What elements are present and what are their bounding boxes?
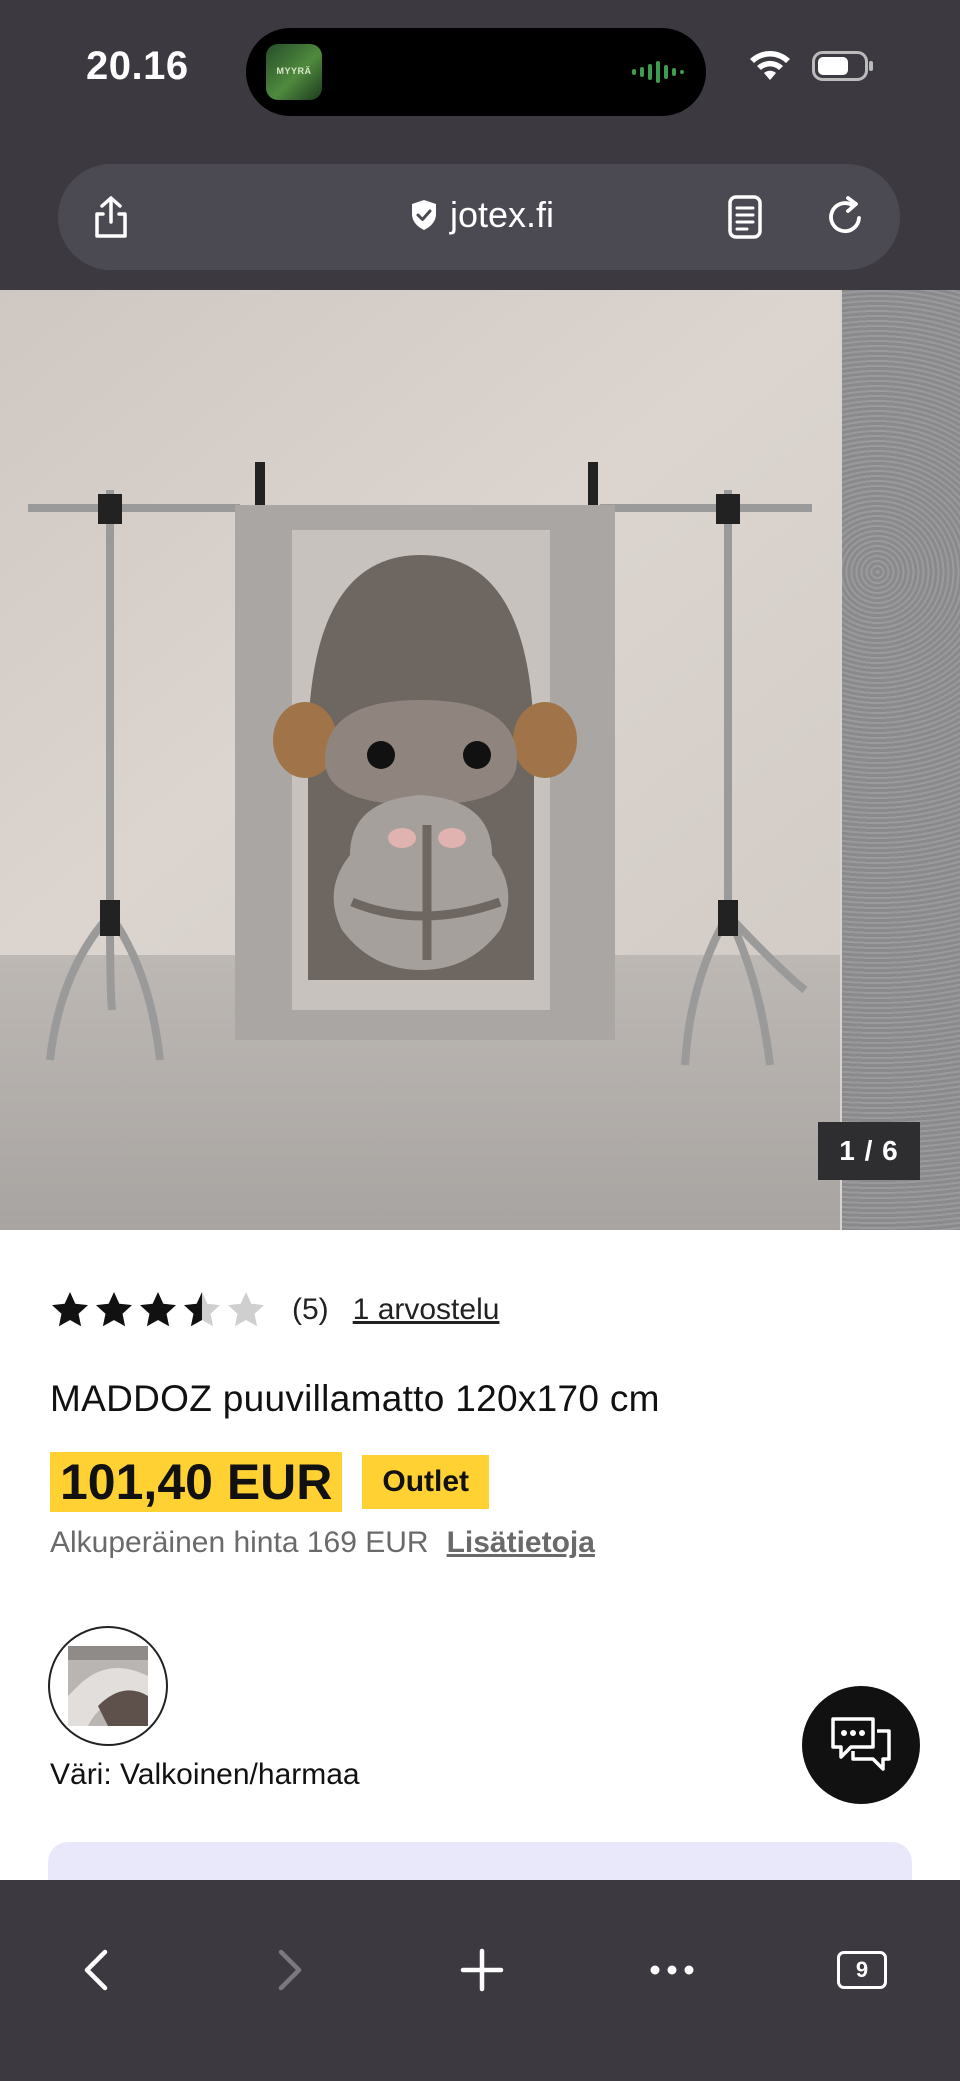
swatch-thumbnail — [68, 1646, 148, 1726]
url-display[interactable]: jotex.fi — [410, 194, 554, 236]
audio-wave-icon — [632, 61, 684, 83]
forward-button[interactable] — [262, 1942, 318, 1998]
product-image[interactable] — [0, 290, 840, 1230]
tabs-icon: 9 — [837, 1951, 887, 1989]
rating-count: (5) — [292, 1293, 329, 1326]
chat-button[interactable] — [802, 1686, 920, 1804]
price-row: 101,40 EUR Outlet — [50, 1452, 490, 1512]
new-tab-button[interactable] — [454, 1942, 510, 1998]
status-icons — [748, 50, 874, 82]
chat-icon — [831, 1717, 891, 1771]
product-gallery[interactable] — [0, 290, 960, 1230]
forward-icon — [278, 1949, 302, 1991]
color-swatch[interactable] — [48, 1626, 168, 1746]
star-icon — [52, 1292, 88, 1327]
island-app-label: MYYRÄ — [276, 66, 312, 76]
reload-icon[interactable] — [822, 194, 868, 240]
star-rating — [50, 1290, 266, 1330]
star-icon — [184, 1292, 220, 1327]
dynamic-island: MYYRÄ — [246, 28, 706, 116]
browser-bottom-toolbar: 9 — [0, 1880, 960, 2081]
reader-icon[interactable] — [722, 194, 768, 240]
more-info-link[interactable]: Lisätietoja — [447, 1526, 595, 1560]
back-icon — [84, 1949, 108, 1991]
star-icon — [228, 1292, 264, 1327]
address-bar[interactable]: jotex.fi — [58, 164, 900, 270]
star-icon — [96, 1292, 132, 1327]
more-button[interactable] — [644, 1942, 700, 1998]
original-price-row: Alkuperäinen hinta 169 EUR Lisätietoja — [50, 1526, 595, 1560]
share-icon[interactable] — [88, 194, 134, 240]
star-icon — [140, 1292, 176, 1327]
island-app-icon: MYYRÄ — [266, 44, 322, 100]
back-button[interactable] — [68, 1942, 124, 1998]
rating-row: (5) 1 arvostelu — [50, 1290, 499, 1330]
image-counter: 1 / 6 — [818, 1122, 920, 1180]
next-image-preview[interactable] — [842, 290, 960, 1230]
product-title: MADDOZ puuvillamatto 120x170 cm — [50, 1378, 660, 1419]
url-text[interactable]: jotex.fi — [450, 194, 554, 236]
color-label: Väri: Valkoinen/harmaa — [50, 1758, 360, 1791]
wifi-icon — [750, 51, 790, 80]
plus-icon — [460, 1948, 504, 1992]
status-time: 20.16 — [86, 44, 189, 88]
more-icon — [650, 1965, 694, 1975]
shield-icon — [412, 200, 436, 230]
original-price: Alkuperäinen hinta 169 EUR — [50, 1526, 429, 1559]
browser-top-chrome: 20.16 MYYRÄ jotex.fi — [0, 0, 960, 290]
battery-icon — [812, 51, 873, 81]
reviews-link[interactable]: 1 arvostelu — [353, 1293, 500, 1327]
price: 101,40 EUR — [50, 1452, 343, 1512]
tabs-button[interactable]: 9 — [834, 1942, 890, 1998]
outlet-badge: Outlet — [362, 1455, 490, 1509]
